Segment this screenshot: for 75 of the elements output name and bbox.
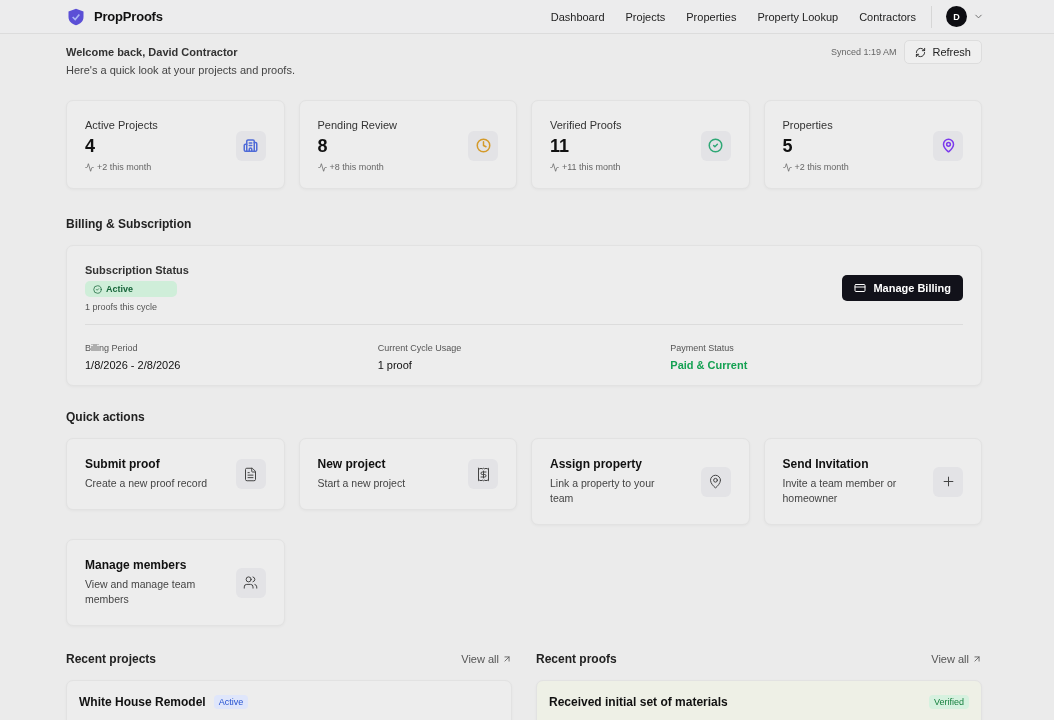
nav-link[interactable]: Property Lookup — [757, 10, 839, 23]
refresh-button[interactable]: Refresh — [904, 40, 982, 64]
sync-time: Synced 1:19 AM — [830, 47, 897, 57]
field-value: 1/8/2026 - 2/8/2026 — [85, 359, 182, 371]
action-title: Submit proof — [85, 457, 161, 471]
users-icon — [243, 575, 258, 590]
status-badge: Verified — [928, 695, 969, 709]
field-value: Paid & Current — [670, 359, 749, 371]
quick-action-card[interactable]: Submit proof Create a new proof record — [66, 438, 285, 510]
field-label: Current Cycle Usage — [377, 343, 463, 353]
quick-action-card[interactable]: Send Invitation Invite a team member or homeowner — [763, 438, 982, 525]
nav-link[interactable]: Contractors — [859, 10, 916, 23]
stat-value: 8 — [317, 136, 329, 157]
map-pin-icon — [708, 474, 723, 489]
quick-action-card[interactable]: New project Start a new project — [298, 438, 517, 510]
stat-delta: +2 this month — [782, 162, 849, 172]
stat-label: Active Projects — [85, 119, 158, 131]
action-description: Create a new proof record — [85, 476, 207, 491]
pulse-icon — [317, 162, 327, 172]
welcome-subtitle: Here's a quick look at your projects and proofs. — [66, 64, 295, 76]
check-circle-icon — [93, 284, 102, 294]
action-description: Invite a team member or homeowner — [782, 476, 898, 506]
stat-label: Properties — [782, 119, 834, 131]
stat-delta: +8 this month — [317, 162, 397, 172]
subscription-status-label: Subscription Status — [85, 264, 189, 276]
status-badge: Active — [85, 281, 177, 297]
plus-icon — [940, 474, 956, 489]
section-heading: Quick actions — [66, 410, 146, 424]
user-avatar[interactable]: D — [946, 6, 967, 27]
action-title: New project — [317, 457, 387, 471]
stat-label: Pending Review — [317, 119, 397, 131]
action-title: Send Invitation — [782, 457, 870, 471]
section-heading: Billing & Subscription — [66, 217, 193, 231]
pulse-icon — [85, 162, 94, 172]
list-row-card[interactable]: White House Remodel Active — [66, 680, 512, 720]
document-icon — [243, 466, 258, 482]
shield-logo-icon — [66, 6, 86, 27]
action-title: Assign property — [550, 457, 643, 471]
list-row-card[interactable]: Received initial set of materials Verified — [536, 680, 982, 720]
welcome-title: Welcome back, David Contractor — [66, 46, 239, 58]
stat-label: Verified Proofs — [550, 119, 622, 131]
stat-value: 11 — [550, 136, 571, 157]
section-heading: Recent proofs — [536, 652, 617, 666]
nav-link[interactable]: Dashboard — [550, 10, 605, 23]
pulse-icon — [782, 162, 792, 172]
brand-name: PropProofs — [94, 9, 163, 24]
action-description: Start a new project — [317, 476, 406, 491]
quick-action-card[interactable]: Assign property Link a property to your team — [531, 438, 750, 525]
row-title: White House Remodel — [79, 695, 206, 709]
refresh-icon — [915, 46, 927, 58]
action-description: Link a property to your team — [550, 476, 656, 506]
stat-value: 4 — [85, 136, 96, 157]
manage-billing-button[interactable]: Manage Billing — [842, 275, 963, 301]
field-label: Payment Status — [670, 343, 735, 353]
stat-delta: +11 this month — [550, 162, 622, 172]
view-all-link[interactable]: View all — [461, 653, 512, 665]
action-title: Manage members — [85, 558, 188, 572]
nav-link[interactable]: Properties — [686, 10, 737, 23]
arrow-up-right-icon — [972, 654, 982, 664]
receipt-icon — [475, 466, 491, 482]
status-badge: Active — [213, 695, 249, 709]
arrow-up-right-icon — [502, 654, 512, 664]
action-description: View and manage team members — [85, 577, 197, 607]
field-value: 1 proof — [377, 359, 413, 371]
field-label: Billing Period — [85, 343, 139, 353]
credit-card-icon — [854, 282, 867, 294]
nav-link[interactable]: Projects — [625, 10, 666, 23]
stat-value: 5 — [782, 136, 794, 157]
stat-delta: +2 this month — [85, 162, 158, 172]
view-all-link[interactable]: View all — [931, 653, 982, 665]
cycle-note: 1 proofs this cycle — [85, 302, 159, 312]
row-title: Received initial set of materials — [549, 695, 728, 709]
section-heading: Recent projects — [66, 652, 157, 666]
pulse-icon — [550, 162, 559, 172]
quick-action-card[interactable]: Manage members View and manage team members — [66, 539, 285, 626]
